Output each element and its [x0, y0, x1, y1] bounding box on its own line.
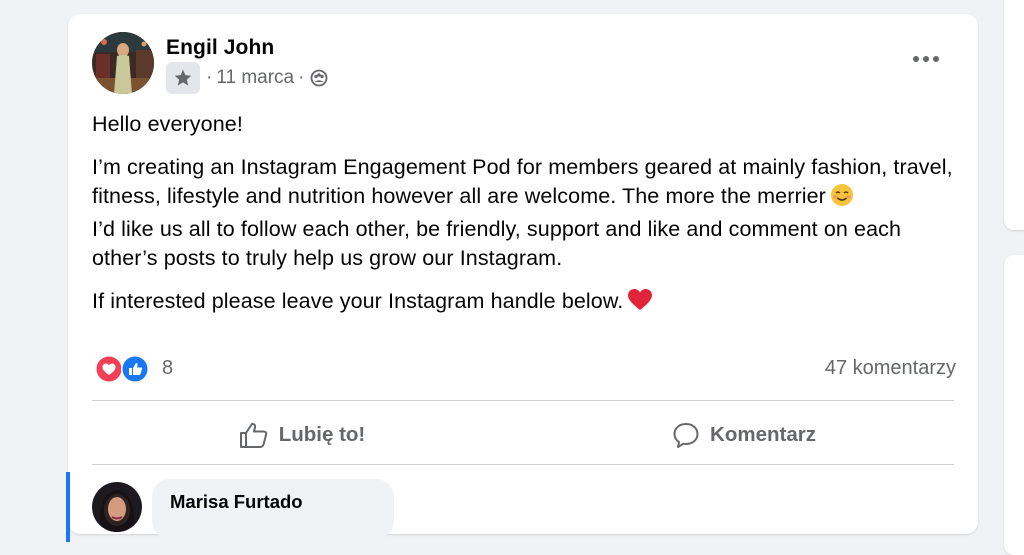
- like-button-label: Lubię to!: [278, 423, 366, 446]
- smiling-face-emoji-icon: [830, 183, 854, 215]
- side-card-top: [1004, 0, 1024, 230]
- comment-button-label: Komentarz: [710, 423, 816, 446]
- post-body: Hello everyone! I’m creating an Instagra…: [92, 110, 962, 320]
- author-avatar[interactable]: [92, 32, 154, 94]
- post-text-line2: I’d like us all to follow each other, be…: [92, 217, 902, 270]
- post-meta: · 11 marca ·: [166, 62, 328, 94]
- star-badge-icon[interactable]: [166, 62, 200, 94]
- thumbs-up-icon: [239, 422, 267, 448]
- author-name[interactable]: Engil John: [166, 36, 274, 60]
- comment-highlight-bar: [66, 472, 70, 542]
- post-card: Engil John · 11 marca · Hello everyone! …: [66, 14, 978, 542]
- comment-button[interactable]: Komentarz: [534, 414, 954, 456]
- comments-count-link[interactable]: 47 komentarzy: [825, 357, 956, 380]
- commenter-name[interactable]: Marisa Furtado: [170, 491, 303, 513]
- divider-bottom: [92, 464, 954, 465]
- post-date[interactable]: 11 marca: [216, 67, 294, 89]
- divider-top: [92, 400, 954, 401]
- comment-bubble-icon: [673, 423, 699, 448]
- post-text-line3: If interested please leave your Instagra…: [92, 289, 624, 313]
- like-button[interactable]: Lubię to!: [92, 414, 512, 456]
- red-heart-emoji-icon: [627, 288, 653, 320]
- post-text-line1: I’m creating an Instagram Engagement Pod…: [92, 155, 953, 208]
- reaction-icons[interactable]: [94, 354, 156, 384]
- post-paragraph: I’m creating an Instagram Engagement Pod…: [92, 153, 962, 273]
- meta-separator: ·: [298, 67, 305, 88]
- more-options-icon[interactable]: [910, 48, 942, 70]
- comment-bubble: Marisa Furtado: [152, 479, 394, 539]
- meta-separator: ·: [206, 67, 213, 88]
- reaction-count[interactable]: 8: [162, 357, 173, 380]
- commenter-avatar[interactable]: [92, 482, 142, 532]
- side-card-bottom: [1004, 255, 1024, 555]
- reactions-row: 8 47 komentarzy: [94, 352, 956, 386]
- post-greeting: Hello everyone!: [92, 112, 243, 136]
- group-audience-icon[interactable]: [310, 69, 328, 87]
- post-paragraph-last: If interested please leave your Instagra…: [92, 287, 962, 320]
